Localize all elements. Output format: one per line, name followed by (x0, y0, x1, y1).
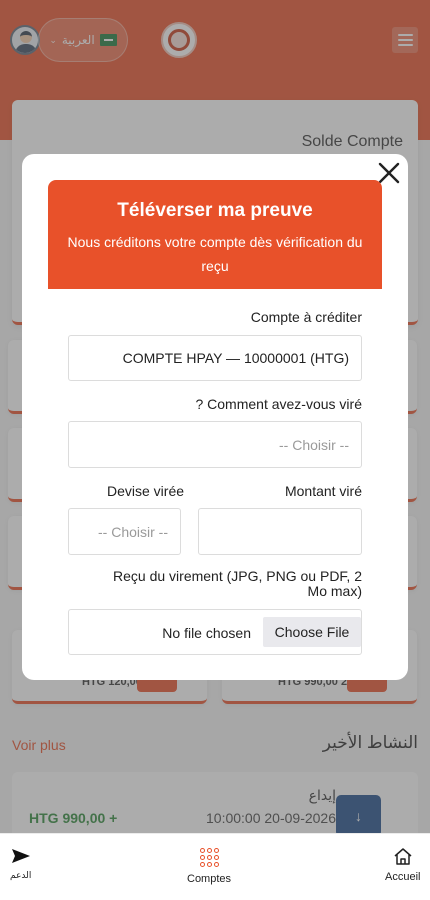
transfer-method-select[interactable]: -- Choisir -- (68, 421, 362, 468)
file-status: No file chosen (162, 625, 251, 641)
close-icon (378, 162, 400, 184)
send-icon (11, 849, 30, 863)
modal-title: Téléverser ma preuve (117, 200, 313, 221)
modal-subtitle: Nous créditons votre compte dès vérifica… (67, 234, 363, 274)
nav-accounts-label: Comptes (187, 873, 232, 885)
choose-file-button[interactable]: Choose File (263, 617, 361, 647)
modal-header: Téléverser ma preuve Nous créditons votr… (48, 180, 382, 289)
nav-home[interactable]: Accueil (385, 848, 420, 883)
transfer-method-label: ? Comment avez-vous viré (195, 396, 362, 412)
amount-label: Montant viré (284, 483, 362, 499)
currency-select[interactable]: -- Choisir -- (68, 508, 181, 555)
receipt-file-input[interactable]: No file chosen Choose File (68, 609, 362, 655)
home-icon (394, 848, 412, 865)
account-label: Compte à créditer (250, 309, 362, 325)
amount-input[interactable] (198, 508, 362, 555)
currency-label: Devise virée (107, 483, 185, 499)
grid-icon (199, 848, 219, 867)
receipt-label: Reçu du virement (JPG, PNG ou PDF, 2 Mo … (113, 568, 362, 599)
account-field[interactable]: COMPTE HPAY — 10000001 (HTG) (68, 335, 362, 381)
nav-accounts[interactable]: Comptes (187, 848, 231, 885)
upload-proof-modal: Téléverser ma preuve Nous créditons votr… (22, 154, 408, 680)
nav-support[interactable]: الدعم (10, 848, 31, 881)
nav-home-label: Accueil (385, 871, 421, 883)
bottom-navigation: الدعم Comptes Accueil (0, 833, 430, 900)
nav-support-label: الدعم (10, 870, 32, 880)
